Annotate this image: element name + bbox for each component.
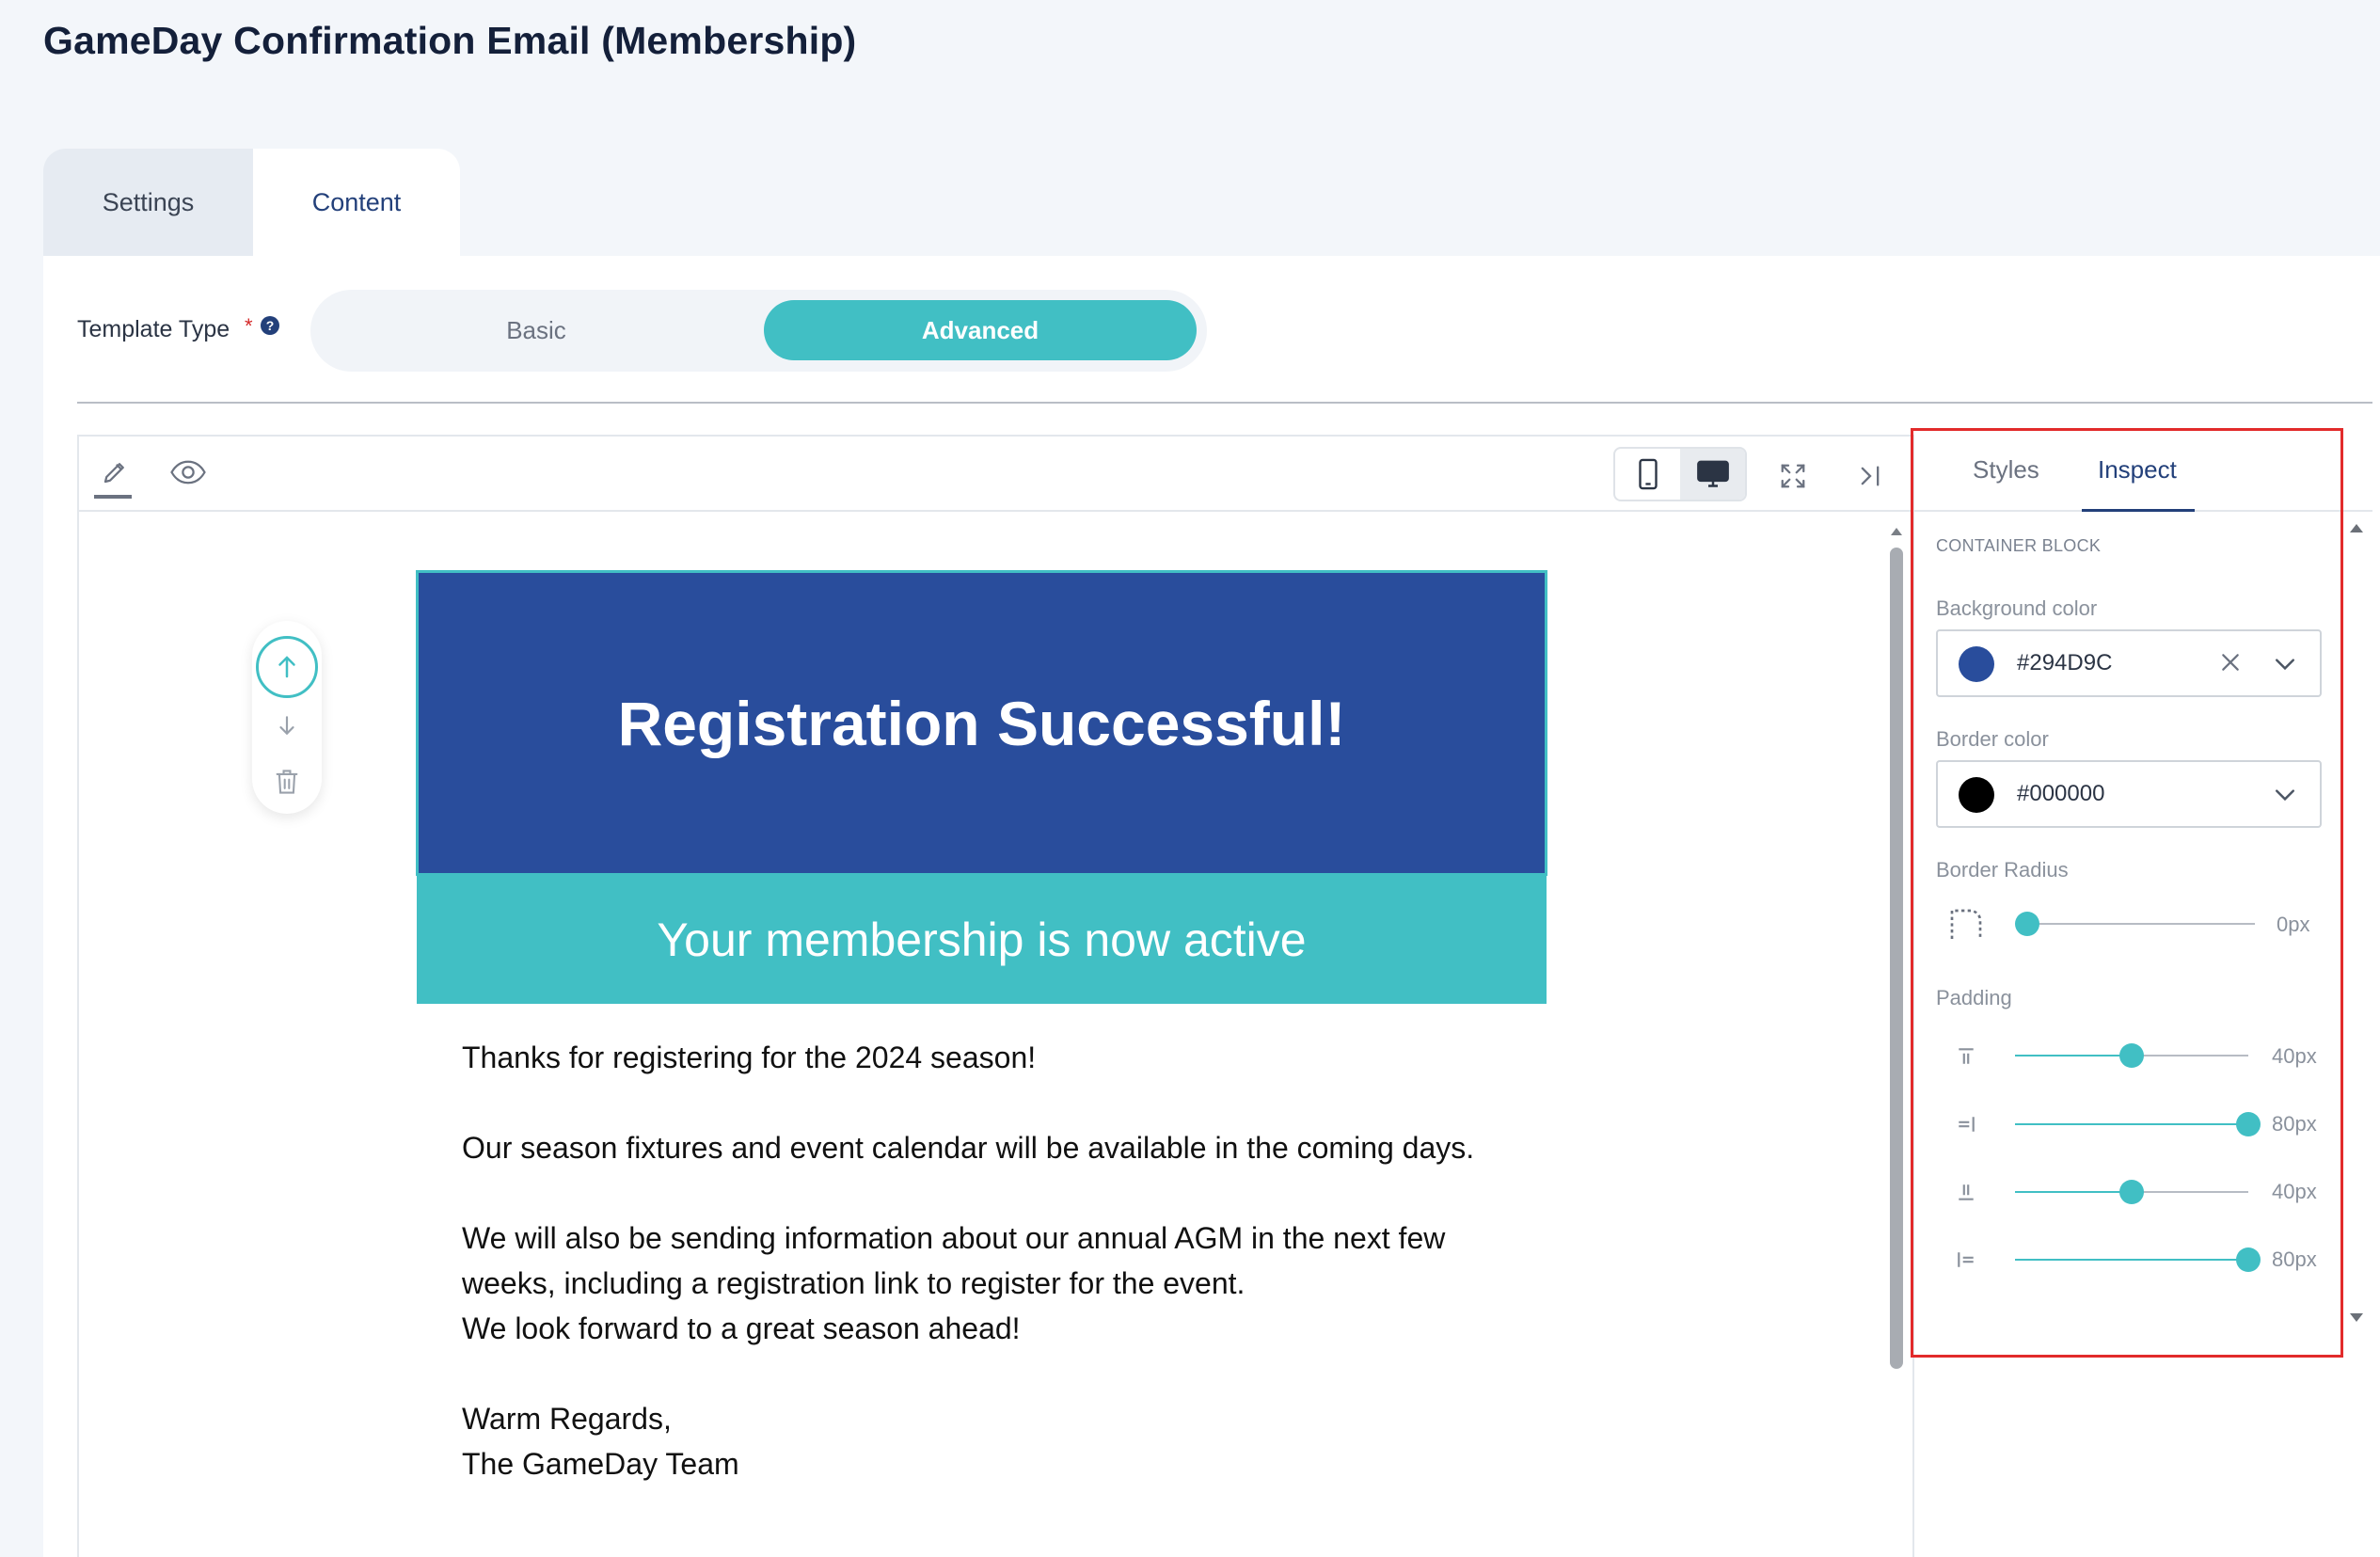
pencil-icon[interactable] [94, 452, 135, 493]
email-paragraph: Our season fixtures and event calendar w… [462, 1131, 1475, 1165]
divider [77, 402, 2372, 404]
email-paragraph: We will also be sending information abou… [462, 1221, 1446, 1255]
template-type-advanced[interactable]: Advanced [764, 300, 1197, 360]
page-title: GameDay Confirmation Email (Membership) [43, 19, 857, 62]
hero-title: Registration Successful! [617, 688, 1346, 758]
move-down-button[interactable] [269, 707, 305, 743]
help-icon[interactable]: ? [261, 316, 279, 335]
tab-content[interactable]: Content [253, 149, 460, 256]
active-tool-indicator [94, 495, 132, 499]
tab-settings[interactable]: Settings [43, 149, 253, 256]
template-type-basic[interactable]: Basic [320, 300, 753, 360]
email-signoff: Warm Regards, [462, 1402, 672, 1436]
email-paragraph: weeks, including a registration link to … [462, 1266, 1246, 1300]
template-type-label: Template Type [77, 316, 230, 342]
highlight-box [1911, 428, 2343, 1358]
banner-text: Your membership is now active [657, 914, 1307, 966]
mobile-icon[interactable] [1615, 449, 1680, 500]
hero-block[interactable]: Registration Successful! [416, 570, 1547, 876]
eye-icon[interactable] [167, 452, 209, 493]
banner-block[interactable]: Your membership is now active [417, 876, 1547, 1004]
trash-icon[interactable] [269, 764, 305, 800]
email-signature: The GameDay Team [462, 1447, 739, 1481]
desktop-icon[interactable] [1680, 449, 1745, 500]
required-mark: * [245, 314, 253, 338]
move-up-button[interactable] [256, 636, 318, 698]
device-switcher [1613, 447, 1747, 501]
canvas-scroll-thumb[interactable] [1890, 548, 1903, 1369]
email-paragraph: We look forward to a great season ahead! [462, 1311, 1021, 1345]
panel-scroll-down-icon[interactable] [2347, 1308, 2366, 1327]
email-paragraph: Thanks for registering for the 2024 seas… [462, 1041, 1037, 1074]
template-type-toggle: Basic Advanced [310, 290, 1207, 372]
collapse-panel-icon[interactable] [1849, 455, 1891, 497]
fullscreen-icon[interactable] [1772, 455, 1814, 497]
tab-bar: Settings Content [43, 149, 460, 256]
panel-scroll-up-icon[interactable] [2347, 519, 2366, 538]
